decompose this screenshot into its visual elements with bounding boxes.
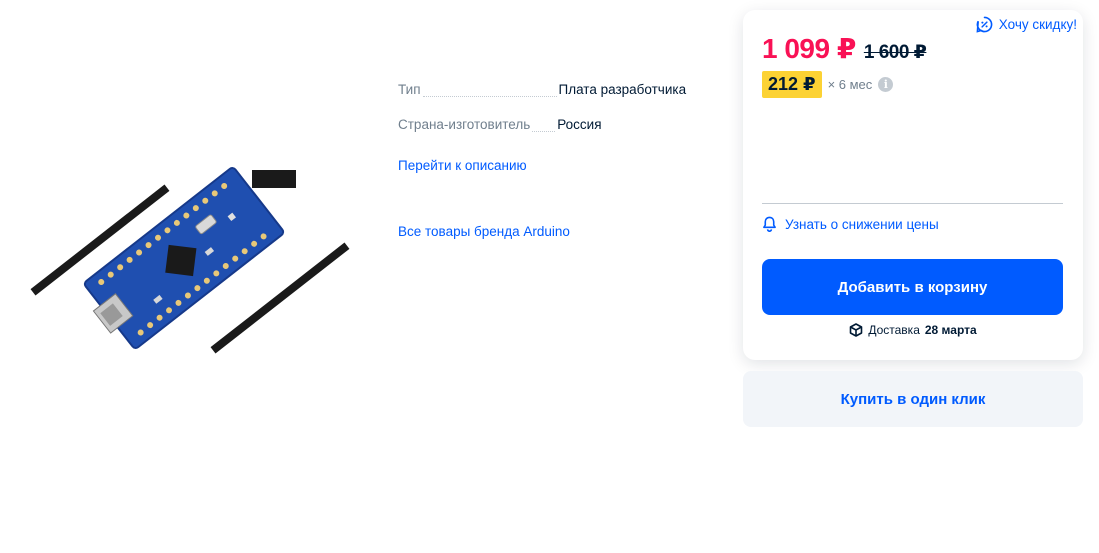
current-price: 1 099 ₽ bbox=[762, 33, 856, 64]
delivery-date: 28 марта bbox=[924, 323, 977, 337]
price-drop-alert-button[interactable]: Узнать о снижении цены bbox=[762, 216, 939, 232]
spec-name: Страна-изготовитель bbox=[398, 117, 531, 132]
spec-name: Тип bbox=[398, 82, 421, 97]
spec-dots bbox=[422, 96, 557, 97]
old-price: 1 600 ₽ bbox=[863, 42, 927, 63]
spec-value: Плата разработчика bbox=[558, 82, 687, 97]
product-page: Тип Плата разработчика Страна-изготовите… bbox=[0, 0, 1099, 553]
discount-icon bbox=[976, 16, 993, 33]
bell-icon bbox=[763, 216, 776, 232]
installment-term: × 6 мес bbox=[827, 77, 873, 92]
add-to-cart-button[interactable]: Добавить в корзину bbox=[762, 259, 1063, 315]
price-card: Хочу скидку! 1 099 ₽ 1 600 ₽ 212 ₽ × 6 м… bbox=[743, 10, 1083, 360]
specs-list: Тип Плата разработчика Страна-изготовите… bbox=[398, 82, 698, 152]
want-discount-label: Хочу скидку! bbox=[998, 17, 1077, 32]
delivery-info: Доставка 28 марта bbox=[743, 323, 1083, 337]
price-alert-label: Узнать о снижении цены bbox=[785, 216, 939, 232]
divider bbox=[762, 203, 1063, 204]
price-row: 1 099 ₽ 1 600 ₽ bbox=[762, 32, 927, 65]
buy-one-click-button[interactable]: Купить в один клик bbox=[743, 371, 1083, 427]
product-image[interactable] bbox=[12, 148, 362, 380]
spec-row-type: Тип Плата разработчика bbox=[398, 82, 698, 102]
spec-value: Россия bbox=[557, 117, 602, 132]
spec-row-country: Страна-изготовитель Россия bbox=[398, 117, 698, 137]
spec-dots bbox=[532, 131, 556, 132]
box-icon bbox=[850, 323, 863, 337]
installment-amount: 212 ₽ bbox=[762, 71, 822, 98]
go-to-description-link[interactable]: Перейти к описанию bbox=[398, 158, 527, 173]
brand-products-link[interactable]: Все товары бренда Arduino bbox=[398, 224, 570, 239]
info-icon[interactable]: i bbox=[878, 77, 894, 92]
want-discount-button[interactable]: Хочу скидку! bbox=[976, 16, 1077, 33]
delivery-label: Доставка bbox=[868, 323, 920, 337]
installment-row[interactable]: 212 ₽ × 6 мес i bbox=[762, 71, 894, 98]
